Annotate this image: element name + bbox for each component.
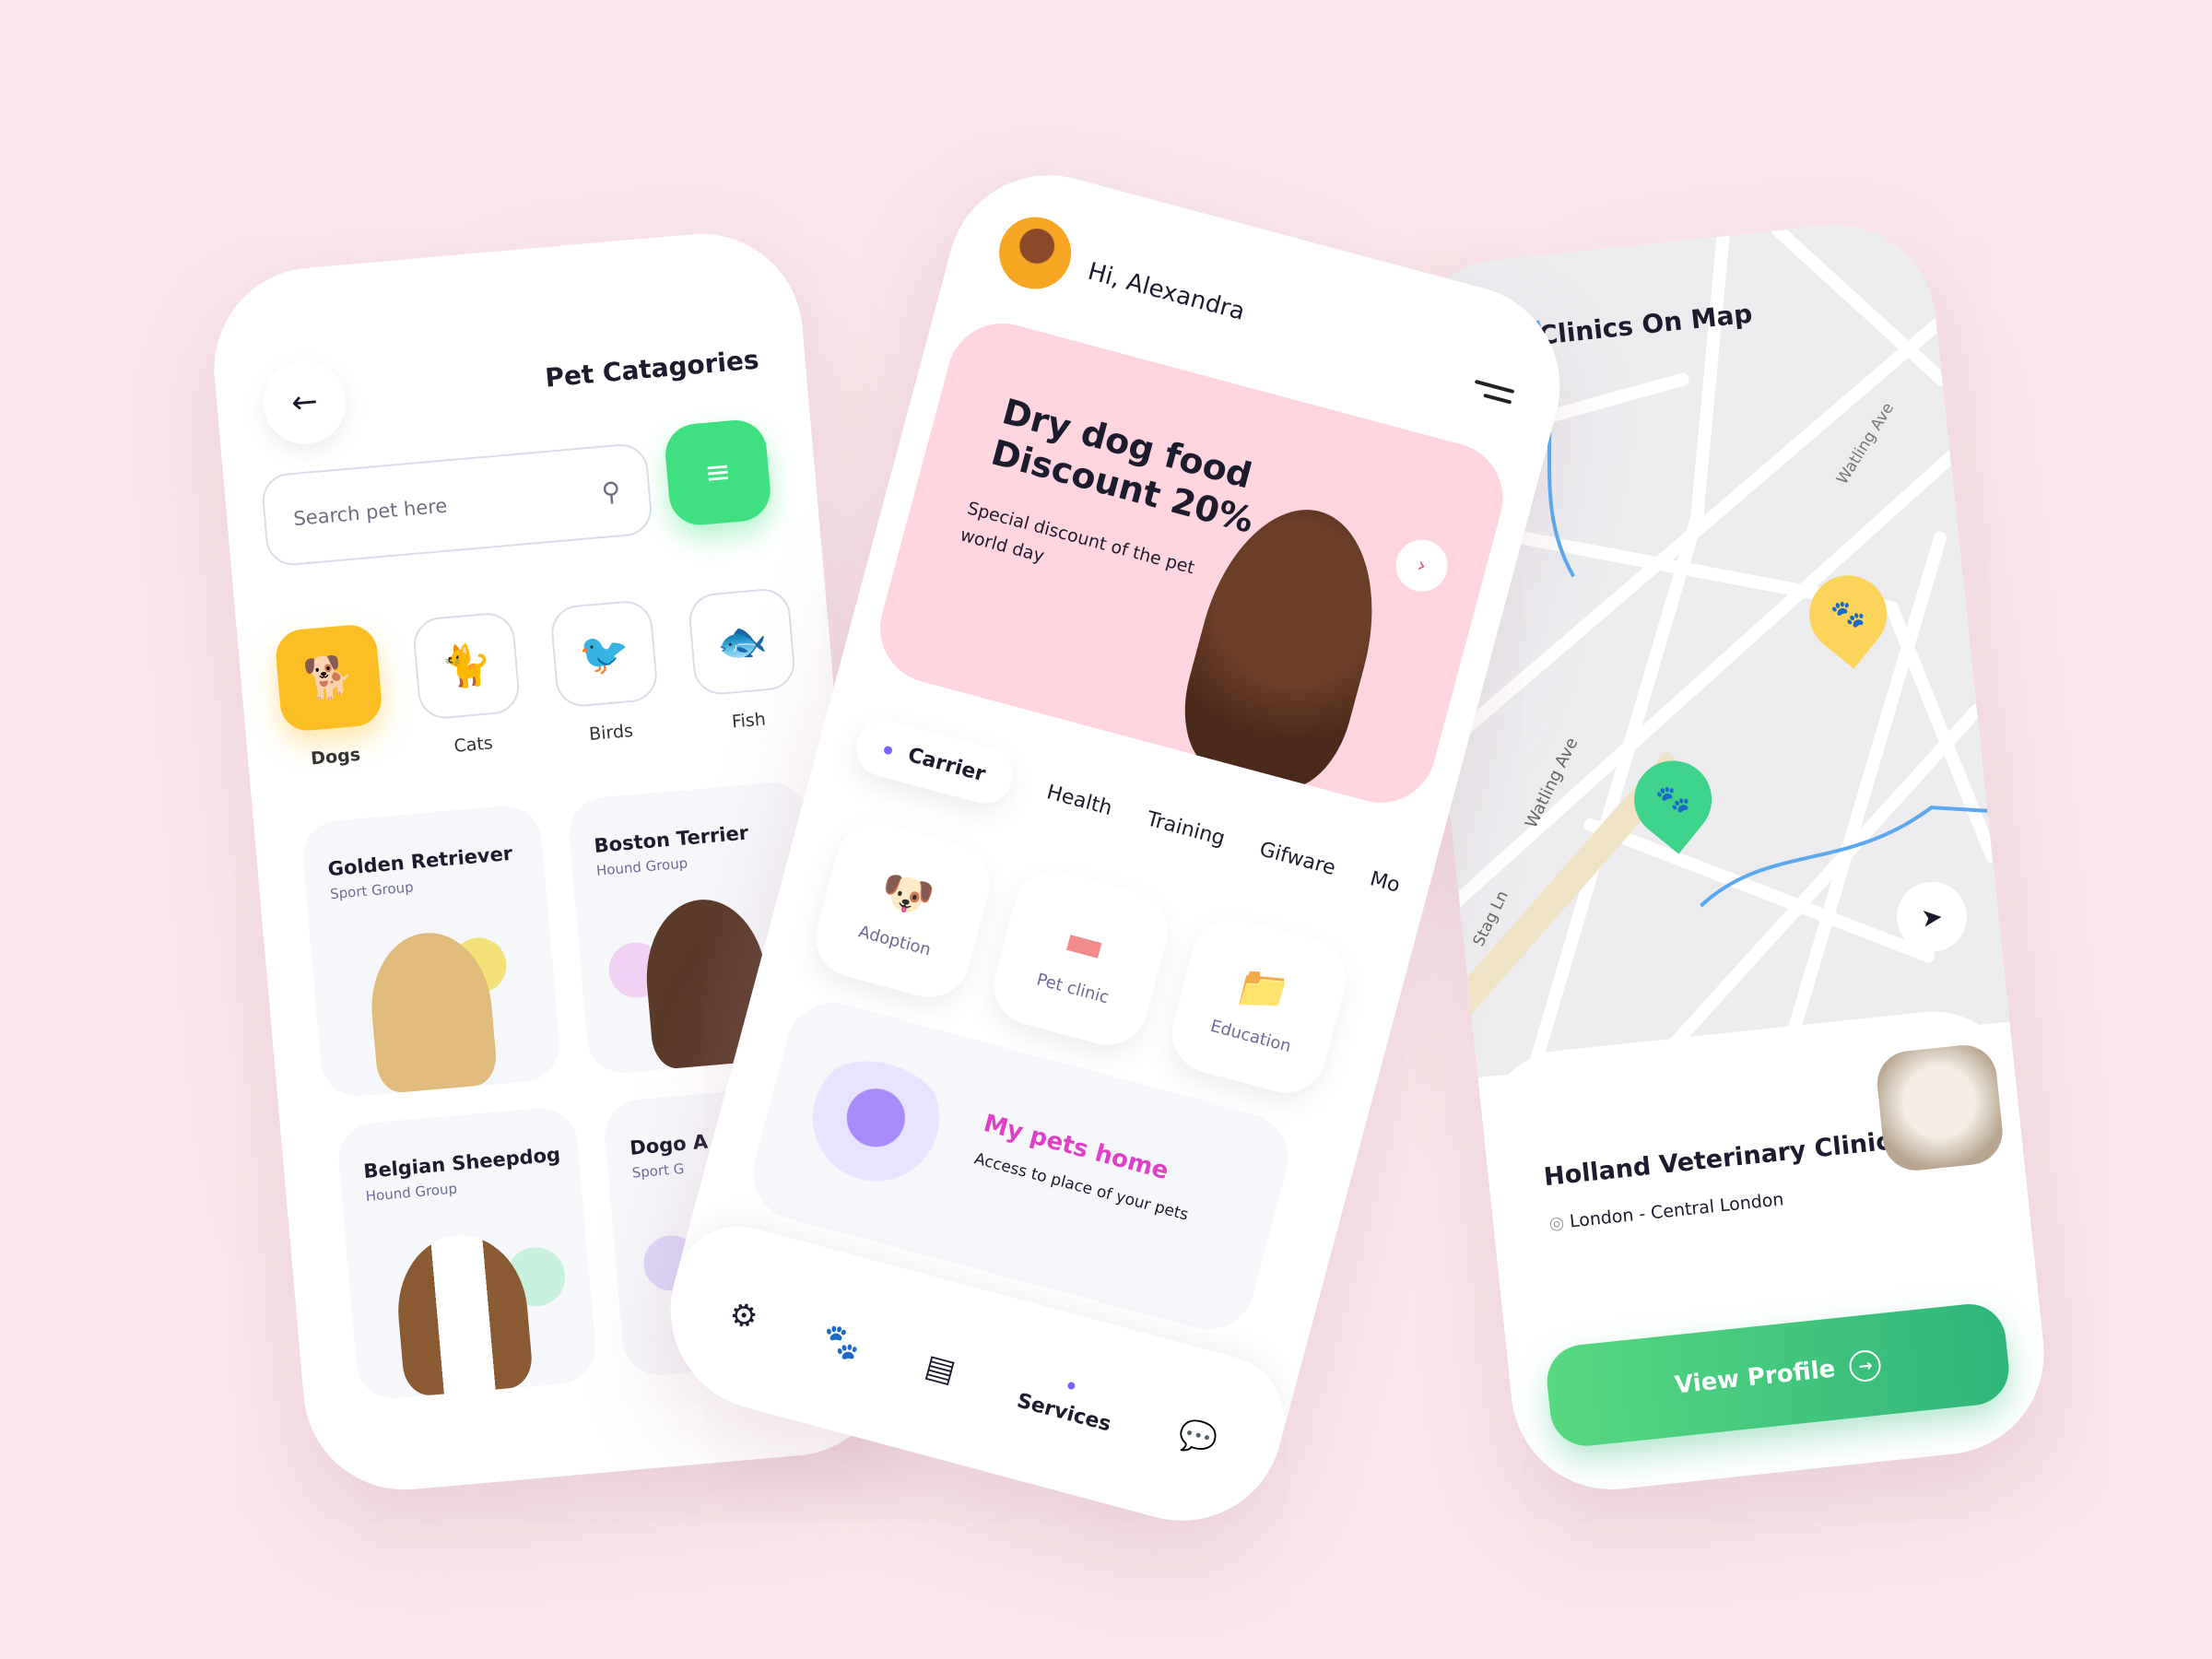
tab-gifware[interactable]: Gifware (1257, 838, 1338, 880)
tab-label: Carrier (905, 743, 988, 787)
filter-icon: ≡ (702, 453, 733, 492)
category-label: Cats (453, 733, 494, 757)
cat-illustration (778, 1043, 967, 1218)
location-icon: ◎ (1547, 1211, 1571, 1234)
greeting: Hi, Alexandra (1085, 257, 1248, 326)
navigation-arrow-icon: ➤ (1919, 900, 1945, 934)
tab-health[interactable]: Health (1044, 781, 1114, 820)
paw-icon[interactable]: 🐾 (818, 1320, 865, 1366)
dog-icon: 🐕 (274, 622, 384, 734)
category-label: Dogs (310, 744, 361, 770)
category-fish[interactable]: 🐟 Fish (687, 586, 800, 735)
tab-carrier[interactable]: Carrier (850, 713, 1019, 810)
category-label: Fish (731, 709, 767, 733)
nav-services[interactable]: Services (1015, 1370, 1119, 1436)
arrow-left-icon: ← (289, 382, 320, 422)
pet-card[interactable]: Belgian Sheepdog Hound Group (335, 1104, 599, 1402)
back-button[interactable]: ← (259, 357, 350, 448)
wallet-icon[interactable]: ▤ (922, 1347, 959, 1391)
service-adoption[interactable]: 🐶 Adoption (806, 814, 999, 1006)
clinic-photo (1874, 1041, 2006, 1174)
settings-icon[interactable]: ⚙ (725, 1295, 762, 1338)
tab-more[interactable]: Mo (1368, 867, 1403, 898)
page-title: Pet Catagories (544, 344, 760, 394)
dog-toy-icon: 🐶 (875, 863, 939, 925)
banner-next-button[interactable]: › (1390, 534, 1453, 597)
category-cats[interactable]: 🐈 Cats (411, 610, 525, 759)
clinic-location: ◎ London - Central London (1547, 1189, 1784, 1234)
bandage-icon: ▬ (1059, 912, 1112, 972)
category-label: Birds (588, 720, 634, 746)
category-list: 🐕 Dogs 🐈 Cats 🐦 Birds 🐟 Fish (274, 586, 800, 771)
filter-button[interactable]: ≡ (663, 418, 773, 528)
tab-training[interactable]: Training (1144, 807, 1227, 851)
search-input[interactable]: Search pet here ⚲ (260, 441, 654, 568)
dog-photo (1168, 489, 1400, 801)
search-placeholder: Search pet here (292, 494, 449, 531)
category-birds[interactable]: 🐦 Birds (548, 598, 663, 747)
clinic-location-text: London - Central London (1568, 1189, 1785, 1232)
clinic-name: Holland Veterinary Clinic (1542, 1126, 1892, 1193)
promo-banner[interactable]: Dry dog food Discount 20% Special discoun… (867, 311, 1516, 816)
service-label: Education (1208, 1016, 1294, 1057)
bird-icon: 🐦 (548, 598, 660, 709)
chevron-right-icon: › (1415, 553, 1430, 578)
service-label: Pet clinic (1034, 969, 1112, 1007)
belgian-sheepdog-photo (392, 1230, 535, 1398)
fish-icon: 🐟 (687, 586, 797, 697)
cat-icon: 🐈 (411, 610, 522, 721)
arrow-right-circle-icon: → (1848, 1348, 1883, 1383)
button-label: View Profile (1673, 1355, 1837, 1400)
pet-card[interactable]: Golden Retriever Sport Group (300, 803, 563, 1100)
service-education[interactable]: 📁 Education (1162, 910, 1356, 1102)
service-pet-clinic[interactable]: ▬ Pet clinic (984, 862, 1177, 1054)
folder-icon: 📁 (1231, 959, 1296, 1021)
chat-icon[interactable]: 💬 (1174, 1415, 1221, 1461)
avatar[interactable] (991, 208, 1079, 298)
pets-icon: 🐾 (1829, 596, 1867, 632)
service-label: Adoption (856, 922, 934, 960)
nav-label: Services (1014, 1388, 1114, 1437)
paw-icon: 🐾 (1653, 782, 1692, 818)
menu-button[interactable] (1470, 372, 1517, 411)
category-dogs[interactable]: 🐕 Dogs (274, 622, 387, 771)
search-icon: ⚲ (600, 475, 622, 508)
